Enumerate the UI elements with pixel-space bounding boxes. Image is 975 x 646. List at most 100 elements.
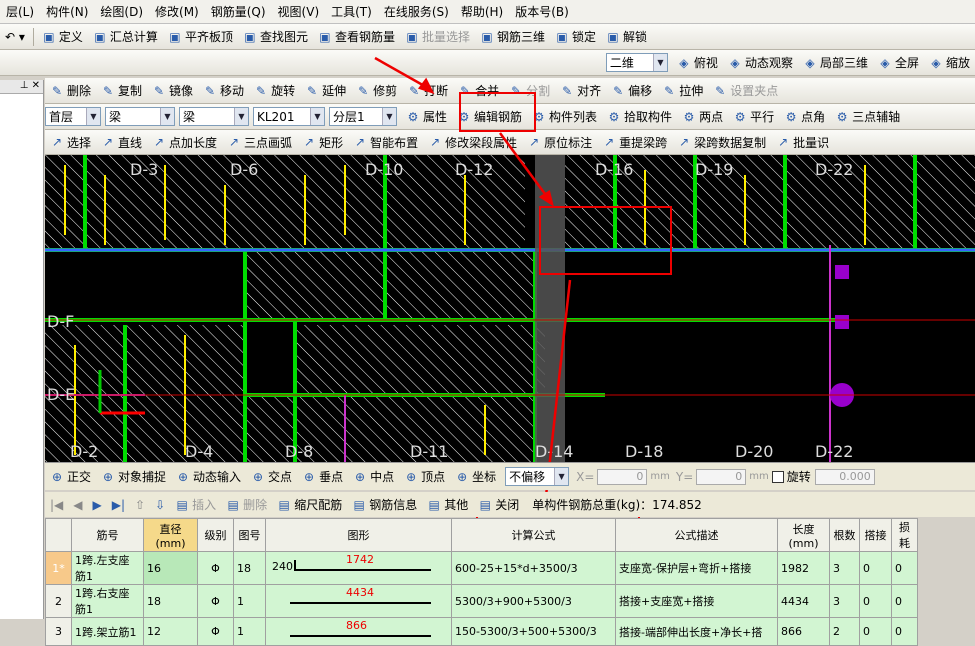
edit-button[interactable]: ✎ 偏移 bbox=[606, 81, 657, 101]
column-header[interactable]: 根数 bbox=[829, 518, 860, 552]
rebar-name-cell[interactable]: 1跨.架立筋1 bbox=[71, 617, 144, 646]
loss-cell[interactable]: 0 bbox=[891, 617, 918, 646]
column-header[interactable]: 计算公式 bbox=[451, 518, 616, 552]
figure-number-cell[interactable]: 18 bbox=[233, 551, 266, 585]
view-mode-select[interactable]: 二维 ▼ bbox=[605, 53, 668, 72]
rebar-name-cell[interactable]: 1跨.右支座筋1 bbox=[71, 584, 144, 618]
row-number[interactable]: 2 bbox=[45, 584, 72, 618]
draw-button[interactable]: ↗ 原位标注 bbox=[522, 132, 597, 152]
table-row[interactable]: 3 1跨.架立筋1 12 Φ 1 866 150-5300/3+500+5300/3 搭接-端… bbox=[45, 617, 918, 646]
column-header[interactable]: 筋号 bbox=[71, 518, 144, 552]
menu-item[interactable]: 修改(M) bbox=[149, 3, 205, 20]
rebar-tool-button[interactable]: ▤ 钢筋信息 bbox=[347, 495, 422, 515]
toolbar-find-button[interactable]: ▣ 查找图元 bbox=[238, 27, 313, 47]
down-icon[interactable]: ⇩ bbox=[150, 495, 170, 515]
component-button[interactable]: ⚙ 两点 bbox=[677, 107, 728, 127]
x-input[interactable]: 0 bbox=[597, 468, 648, 485]
view-button[interactable]: ◈ 局部三维 bbox=[798, 53, 873, 73]
draw-button[interactable]: ↗ 批量识 bbox=[771, 132, 834, 152]
draw-button[interactable]: ↗ 选择 bbox=[45, 132, 96, 152]
snap-toggle[interactable]: ⊕ 顶点 bbox=[399, 467, 450, 487]
grade-cell[interactable]: Φ bbox=[197, 617, 234, 646]
toolbar-lock-button[interactable]: ▣ 锁定 bbox=[550, 27, 601, 47]
snap-toggle[interactable]: ⊕ 中点 bbox=[348, 467, 399, 487]
column-header[interactable]: 图形 bbox=[265, 518, 452, 552]
length-cell[interactable]: 1982 bbox=[777, 551, 830, 585]
prev-icon[interactable]: ◀ bbox=[68, 495, 87, 515]
menu-item[interactable]: 钢筋量(Q) bbox=[205, 3, 272, 20]
component-button[interactable]: ⚙ 平行 bbox=[728, 107, 779, 127]
rebar-tool-button[interactable]: ▤ 关闭 bbox=[473, 495, 524, 515]
menu-item[interactable]: 在线服务(S) bbox=[378, 3, 455, 20]
length-cell[interactable]: 866 bbox=[777, 617, 830, 646]
first-icon[interactable]: |◀ bbox=[45, 495, 68, 515]
up-icon[interactable]: ⇧ bbox=[130, 495, 150, 515]
figure-number-cell[interactable]: 1 bbox=[233, 617, 266, 646]
shape-cell[interactable]: 866 bbox=[265, 617, 452, 646]
grade-cell[interactable]: Φ bbox=[197, 551, 234, 585]
count-cell[interactable]: 3 bbox=[829, 584, 860, 618]
column-header[interactable]: 级别 bbox=[197, 518, 234, 552]
edit-rebar-button[interactable]: ⚙ 编辑钢筋 bbox=[452, 107, 527, 127]
loss-cell[interactable]: 0 bbox=[891, 551, 918, 585]
rebar-tool-button[interactable]: ▤ 删除 bbox=[221, 495, 272, 515]
toolbar-view-rebar-button[interactable]: ▣ 查看钢筋量 bbox=[313, 27, 400, 47]
shape-cell[interactable]: 240 1742 bbox=[265, 551, 452, 585]
component-button[interactable]: ⚙ 构件列表 bbox=[527, 107, 602, 127]
row-number[interactable]: 1* bbox=[45, 551, 72, 585]
subtype-select[interactable]: 梁 ▼ bbox=[179, 107, 249, 126]
offset-mode-select[interactable]: 不偏移 ▼ bbox=[505, 467, 570, 486]
table-row[interactable]: 1* 1跨.左支座筋1 16 Φ 18 240 1742 600-25+15*d+3500/3… bbox=[45, 551, 918, 585]
draw-button[interactable]: ↗ 修改梁段属性 bbox=[423, 132, 522, 152]
edit-button[interactable]: ✎ 修剪 bbox=[351, 81, 402, 101]
toolbar-align-top-button[interactable]: ▣ 平齐板顶 bbox=[163, 27, 238, 47]
menu-item[interactable]: 帮助(H) bbox=[455, 3, 509, 20]
draw-button[interactable]: ↗ 点加长度 bbox=[147, 132, 222, 152]
next-icon[interactable]: ▶ bbox=[88, 495, 107, 515]
draw-button[interactable]: ↗ 梁跨数据复制 bbox=[672, 132, 771, 152]
edit-button[interactable]: ✎ 对齐 bbox=[555, 81, 606, 101]
rebar-tool-button[interactable]: ▤ 缩尺配筋 bbox=[272, 495, 347, 515]
snap-toggle[interactable]: ⊕ 交点 bbox=[246, 467, 297, 487]
formula-description-cell[interactable]: 支座宽-保护层+弯折+搭接 bbox=[615, 551, 778, 585]
formula-cell[interactable]: 150-5300/3+500+5300/3 bbox=[451, 617, 616, 646]
view-button[interactable]: ◈ 全屏 bbox=[873, 53, 924, 73]
draw-button[interactable]: ↗ 重提梁跨 bbox=[597, 132, 672, 152]
menu-item[interactable]: 工具(T) bbox=[325, 3, 378, 20]
formula-description-cell[interactable]: 搭接+支座宽+搭接 bbox=[615, 584, 778, 618]
formula-cell[interactable]: 600-25+15*d+3500/3 bbox=[451, 551, 616, 585]
diameter-cell[interactable]: 16 bbox=[143, 551, 198, 585]
snap-toggle[interactable]: ⊕ 坐标 bbox=[450, 467, 501, 487]
view-button[interactable]: ◈ 缩放 bbox=[924, 53, 975, 73]
diameter-cell[interactable]: 12 bbox=[143, 617, 198, 646]
count-cell[interactable]: 2 bbox=[829, 617, 860, 646]
snap-toggle[interactable]: ⊕ 正交 bbox=[45, 467, 96, 487]
column-header[interactable]: 公式描述 bbox=[615, 518, 778, 552]
floor-select[interactable]: 首层 ▼ bbox=[45, 107, 101, 126]
drawing-canvas[interactable]: D-3 D-6 D-10 D-12 D-16 D-19 D-22 D-2 D-4 D-8 D-11 D… bbox=[45, 155, 975, 462]
menu-item[interactable]: 层(L) bbox=[0, 3, 40, 20]
snap-toggle[interactable]: ⊕ 对象捕捉 bbox=[96, 467, 171, 487]
view-button[interactable]: ◈ 动态观察 bbox=[723, 53, 798, 73]
formula-cell[interactable]: 5300/3+900+5300/3 bbox=[451, 584, 616, 618]
view-button[interactable]: ◈ 俯视 bbox=[672, 53, 723, 73]
snap-toggle[interactable]: ⊕ 动态输入 bbox=[171, 467, 246, 487]
component-button[interactable]: ⚙ 点角 bbox=[779, 107, 830, 127]
snap-toggle[interactable]: ⊕ 垂点 bbox=[297, 467, 348, 487]
column-header[interactable]: 直径(mm) bbox=[143, 518, 198, 552]
y-input[interactable]: 0 bbox=[696, 468, 747, 485]
cad-drawing[interactable]: D-3 D-6 D-10 D-12 D-16 D-19 D-22 D-2 D-4 D-8 D-11 D… bbox=[45, 155, 975, 462]
toolbar-define-button[interactable]: ▣ 定义 bbox=[37, 27, 88, 47]
menu-item[interactable]: 版本号(B) bbox=[509, 3, 575, 20]
shape-cell[interactable]: 4434 bbox=[265, 584, 452, 618]
edit-button[interactable]: ✎ 复制 bbox=[96, 81, 147, 101]
lap-cell[interactable]: 0 bbox=[859, 584, 892, 618]
rotate-checkbox[interactable] bbox=[771, 470, 784, 483]
component-button[interactable]: ⚙ 三点辅轴 bbox=[830, 107, 905, 127]
column-header[interactable]: 损耗 bbox=[891, 518, 918, 552]
edit-button[interactable]: ✎ 镜像 bbox=[147, 81, 198, 101]
count-cell[interactable]: 3 bbox=[829, 551, 860, 585]
rebar-tool-button[interactable]: ▤ 其他 bbox=[422, 495, 473, 515]
diameter-cell[interactable]: 18 bbox=[143, 584, 198, 618]
category-select[interactable]: 梁 ▼ bbox=[105, 107, 175, 126]
